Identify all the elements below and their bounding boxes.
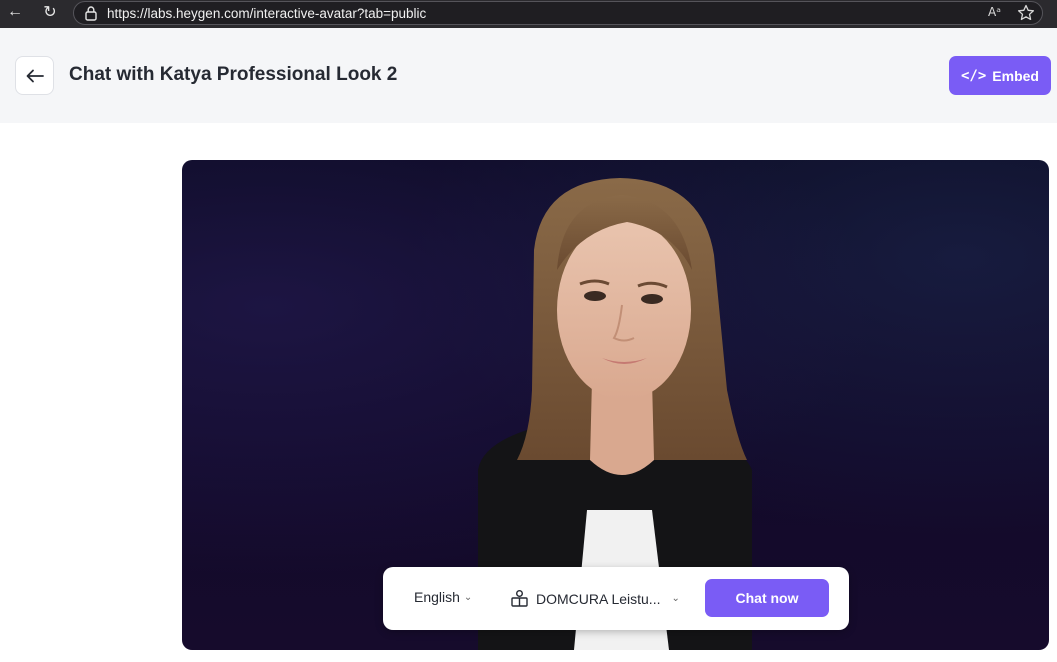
- knowledge-base-icon: [511, 590, 528, 607]
- chevron-down-icon: ⌄: [463, 591, 473, 603]
- knowledge-base-select[interactable]: DOMCURA Leistu... ⌄: [510, 589, 680, 608]
- embed-button-label: Embed: [992, 67, 1039, 84]
- url-text[interactable]: https://labs.heygen.com/interactive-avat…: [107, 6, 426, 21]
- knowledge-base-select-value: DOMCURA Leistu...: [536, 590, 661, 607]
- code-icon: </>: [961, 67, 987, 84]
- language-select[interactable]: English ⌄: [414, 589, 472, 605]
- browser-reload-icon[interactable]: ↻: [38, 0, 62, 24]
- lock-icon: [85, 6, 97, 21]
- chevron-down-icon: ⌄: [671, 593, 680, 604]
- page-title: Chat with Katya Professional Look 2: [69, 64, 398, 85]
- address-bar[interactable]: https://labs.heygen.com/interactive-avat…: [73, 1, 1043, 25]
- browser-back-icon[interactable]: ←: [3, 0, 27, 24]
- browser-toolbar: ← ↻ https://labs.heygen.com/interactive-…: [0, 0, 1057, 28]
- back-button[interactable]: [15, 56, 54, 95]
- favorite-star-icon[interactable]: [1016, 3, 1036, 23]
- embed-button[interactable]: </> Embed: [949, 56, 1051, 95]
- read-aloud-icon[interactable]: Aᵃ: [988, 5, 1001, 19]
- page-header: Chat with Katya Professional Look 2 </> …: [0, 28, 1057, 123]
- chat-control-bar: English ⌄ DOMCURA Leistu... ⌄ Chat now: [383, 567, 849, 630]
- language-select-value: English: [414, 589, 460, 605]
- chat-now-button[interactable]: Chat now: [705, 579, 829, 617]
- arrow-left-icon: [26, 69, 44, 82]
